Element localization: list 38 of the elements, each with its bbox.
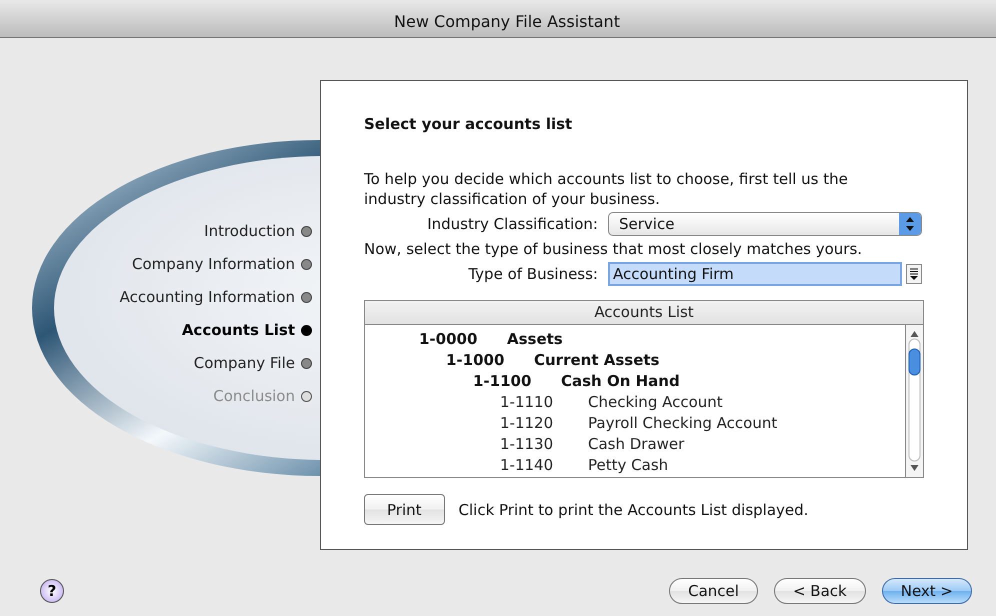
instruction-text: Now, select the type of business that most closely matches yours. — [364, 239, 864, 259]
account-name: Checking Account — [588, 392, 723, 410]
step-label: Conclusion — [213, 387, 295, 405]
column-header: Accounts List — [365, 301, 923, 325]
stepper-icon — [899, 213, 921, 235]
account-number: 1-1140 — [500, 456, 554, 474]
step-label: Company Information — [132, 255, 295, 273]
step-label: Accounting Information — [120, 288, 295, 306]
account-number: 1-1110 — [500, 392, 554, 410]
wizard-button[interactable]: Cancel — [669, 578, 758, 604]
account-number: 1-0000 — [419, 330, 478, 348]
window-title: New Company File Assistant — [394, 12, 620, 31]
intro-text: To help you decide which accounts list to choose, first tell us the industry classification of your business. — [364, 169, 849, 209]
field-label: Type of Business: — [467, 265, 599, 283]
wizard-button[interactable]: < Back — [774, 578, 866, 604]
account-number: 1-1000 — [446, 350, 506, 368]
account-name: Petty Cash — [588, 456, 668, 474]
account-name: Assets — [507, 330, 563, 348]
help-button[interactable]: ? — [40, 579, 64, 603]
account-number: 1-1130 — [500, 434, 554, 452]
account-name: Cash On Hand — [561, 372, 680, 390]
account-name: Cash Drawer — [588, 434, 684, 452]
print-button[interactable]: Print — [364, 494, 445, 525]
step-label: Accounts List — [182, 321, 295, 339]
print-hint: Click Print to print the Accounts List displayed. — [458, 500, 808, 518]
wizard-button[interactable]: Next > — [882, 578, 972, 604]
account-name: Payroll Checking Account — [588, 414, 778, 432]
account-number: 1-1100 — [473, 372, 532, 390]
step-label: Introduction — [204, 222, 295, 240]
list-menu-icon[interactable] — [906, 264, 922, 284]
scroll-bar[interactable] — [906, 325, 923, 477]
account-number: 1-1120 — [500, 414, 554, 432]
industry-dropdown[interactable]: Service — [608, 212, 922, 236]
step-label: Company File — [194, 354, 295, 372]
page-heading: Select your accounts list — [364, 115, 574, 133]
account-name: Current Assets — [534, 350, 660, 368]
field-label: Industry Classification: — [426, 215, 599, 233]
business-type-field[interactable]: Accounting Firm — [608, 262, 902, 286]
